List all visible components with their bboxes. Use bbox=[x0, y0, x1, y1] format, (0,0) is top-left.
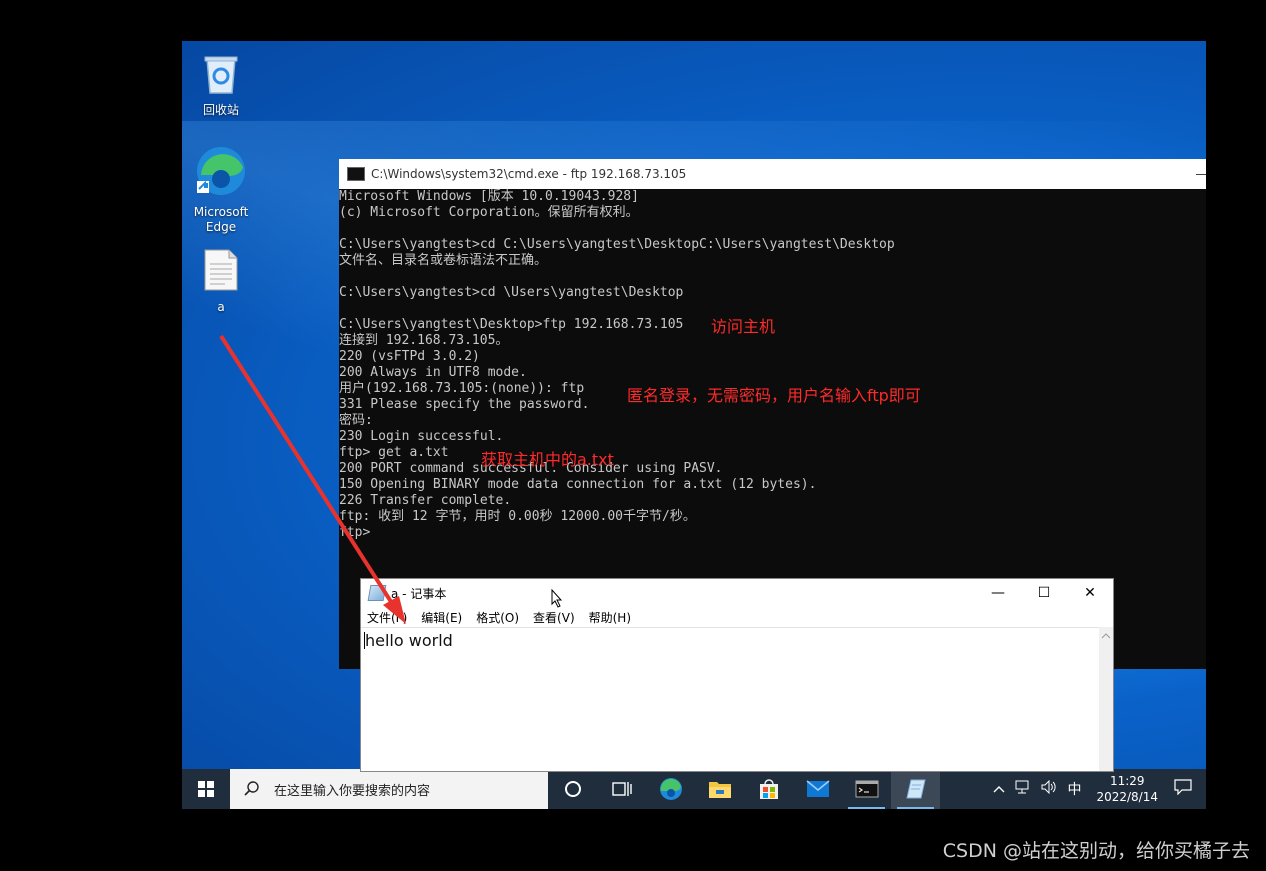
cmd-line: 220 (vsFTPd 3.0.2) bbox=[339, 349, 480, 364]
scroll-up-icon[interactable] bbox=[1099, 630, 1113, 642]
cmd-line: 226 Transfer complete. bbox=[339, 493, 512, 508]
a-file-shortcut[interactable]: a bbox=[183, 248, 259, 315]
notepad-titlebar[interactable]: a - 记事本 — ☐ ✕ bbox=[361, 579, 1113, 607]
notepad-window[interactable]: a - 记事本 — ☐ ✕ 文件(F) 编辑(E) 格式(O) 查看(V) 帮助… bbox=[360, 578, 1114, 772]
store-button[interactable] bbox=[744, 769, 793, 809]
edge-label: Microsoft Edge bbox=[193, 205, 249, 234]
cmd-line: ftp: 收到 12 字节，用时 0.00秒 12000.00千字节/秒。 bbox=[339, 509, 696, 524]
menu-format[interactable]: 格式(O) bbox=[476, 609, 519, 626]
windows-logo-icon bbox=[198, 781, 214, 797]
cmd-line: 200 PORT command successful. Consider us… bbox=[339, 461, 723, 476]
recycle-bin-icon bbox=[183, 51, 259, 99]
task-view-icon bbox=[611, 782, 632, 796]
cmd-line bbox=[339, 221, 1206, 237]
recycle-bin-label: 回收站 bbox=[202, 103, 239, 117]
cmd-minimize-button[interactable] bbox=[1196, 173, 1206, 175]
clock-time: 11:29 bbox=[1109, 774, 1145, 788]
search-placeholder: 在这里输入你要搜索的内容 bbox=[274, 783, 431, 799]
search-icon bbox=[244, 781, 259, 796]
ime-indicator[interactable]: 中 bbox=[1067, 779, 1081, 799]
annotation-get-file: 获取主机中的a.txt bbox=[481, 450, 614, 469]
file-explorer-button[interactable] bbox=[695, 769, 744, 809]
network-icon[interactable] bbox=[1015, 780, 1031, 798]
mouse-cursor-icon bbox=[551, 589, 563, 608]
edge-icon bbox=[183, 145, 259, 201]
notepad-icon bbox=[367, 585, 387, 601]
cmd-line: 密码: bbox=[339, 413, 373, 428]
annotation-access-host: 访问主机 bbox=[711, 317, 776, 336]
cmd-output[interactable]: Microsoft Windows [版本 10.0.19043.928] (c)… bbox=[339, 189, 1206, 541]
annotation-anonymous-login: 匿名登录，无需密码，用户名输入ftp即可 bbox=[627, 386, 921, 405]
menu-help[interactable]: 帮助(H) bbox=[589, 609, 631, 626]
cmd-line: C:\Users\yangtest>cd C:\Users\yangtest\D… bbox=[339, 237, 895, 252]
cmd-line: C:\Users\yangtest>cd \Users\yangtest\Des… bbox=[339, 285, 684, 300]
cmd-line: ftp> bbox=[339, 525, 371, 540]
menu-view[interactable]: 查看(V) bbox=[533, 609, 575, 626]
clock-date: 2022/8/14 bbox=[1096, 790, 1158, 804]
cmd-icon bbox=[347, 167, 365, 181]
notepad-icon bbox=[905, 779, 926, 799]
start-button[interactable] bbox=[182, 769, 230, 809]
cmd-line: ftp> get a.txt bbox=[339, 445, 449, 460]
notepad-menubar: 文件(F) 编辑(E) 格式(O) 查看(V) 帮助(H) bbox=[361, 607, 1113, 627]
notification-center-icon[interactable] bbox=[1174, 779, 1192, 799]
task-view-button[interactable] bbox=[597, 769, 646, 809]
cmd-line: 150 Opening BINARY mode data connection … bbox=[339, 477, 817, 492]
edge-icon bbox=[659, 778, 682, 800]
cortana-button[interactable] bbox=[548, 769, 597, 809]
cmd-line: 230 Login successful. bbox=[339, 429, 504, 444]
notepad-title: a - 记事本 bbox=[391, 586, 447, 601]
a-file-label: a bbox=[217, 300, 225, 314]
notepad-scrollbar[interactable] bbox=[1099, 627, 1113, 771]
cmd-line: 200 Always in UTF8 mode. bbox=[339, 365, 527, 380]
notepad-content: hello world bbox=[365, 631, 453, 650]
system-tray: 中 11:29 2022/8/14 bbox=[988, 769, 1206, 809]
taskbar: 在这里输入你要搜索的内容 中 11:29 2022/8/14 bbox=[182, 769, 1206, 809]
cmd-title: C:\Windows\system32\cmd.exe - ftp 192.16… bbox=[371, 167, 687, 181]
notepad-text-area[interactable]: hello world bbox=[361, 627, 1099, 771]
volume-icon[interactable] bbox=[1041, 779, 1057, 798]
cmd-line bbox=[339, 269, 1206, 285]
menu-file[interactable]: 文件(F) bbox=[367, 609, 407, 626]
taskbar-search-box[interactable]: 在这里输入你要搜索的内容 bbox=[230, 769, 548, 809]
store-icon bbox=[759, 779, 778, 799]
text-file-icon bbox=[183, 248, 259, 296]
mail-icon bbox=[806, 780, 829, 797]
cmd-titlebar[interactable]: C:\Windows\system32\cmd.exe - ftp 192.16… bbox=[339, 159, 1206, 189]
close-button[interactable]: ✕ bbox=[1067, 579, 1113, 607]
taskbar-cmd-button[interactable] bbox=[842, 769, 891, 809]
maximize-button[interactable]: ☐ bbox=[1021, 579, 1067, 607]
taskbar-edge-button[interactable] bbox=[646, 769, 695, 809]
cmd-line: 文件名、目录名或卷标语法不正确。 bbox=[339, 253, 548, 268]
mail-button[interactable] bbox=[793, 769, 842, 809]
minimize-button[interactable]: — bbox=[975, 579, 1021, 607]
clock[interactable]: 11:29 2022/8/14 bbox=[1096, 773, 1158, 805]
edge-shortcut[interactable]: Microsoft Edge bbox=[183, 145, 259, 235]
watermark: CSDN @站在这别动，给你买橘子去 bbox=[942, 840, 1250, 862]
menu-edit[interactable]: 编辑(E) bbox=[421, 609, 462, 626]
recycle-bin-shortcut[interactable]: 回收站 bbox=[183, 51, 259, 118]
cmd-line: (c) Microsoft Corporation。保留所有权利。 bbox=[339, 205, 639, 220]
cmd-line: Microsoft Windows [版本 10.0.19043.928] bbox=[339, 189, 639, 204]
tray-expand-icon[interactable] bbox=[993, 782, 1005, 797]
cmd-icon bbox=[855, 780, 878, 798]
cortana-icon bbox=[564, 781, 581, 797]
taskbar-notepad-button[interactable] bbox=[891, 769, 940, 809]
file-explorer-icon bbox=[708, 782, 731, 798]
